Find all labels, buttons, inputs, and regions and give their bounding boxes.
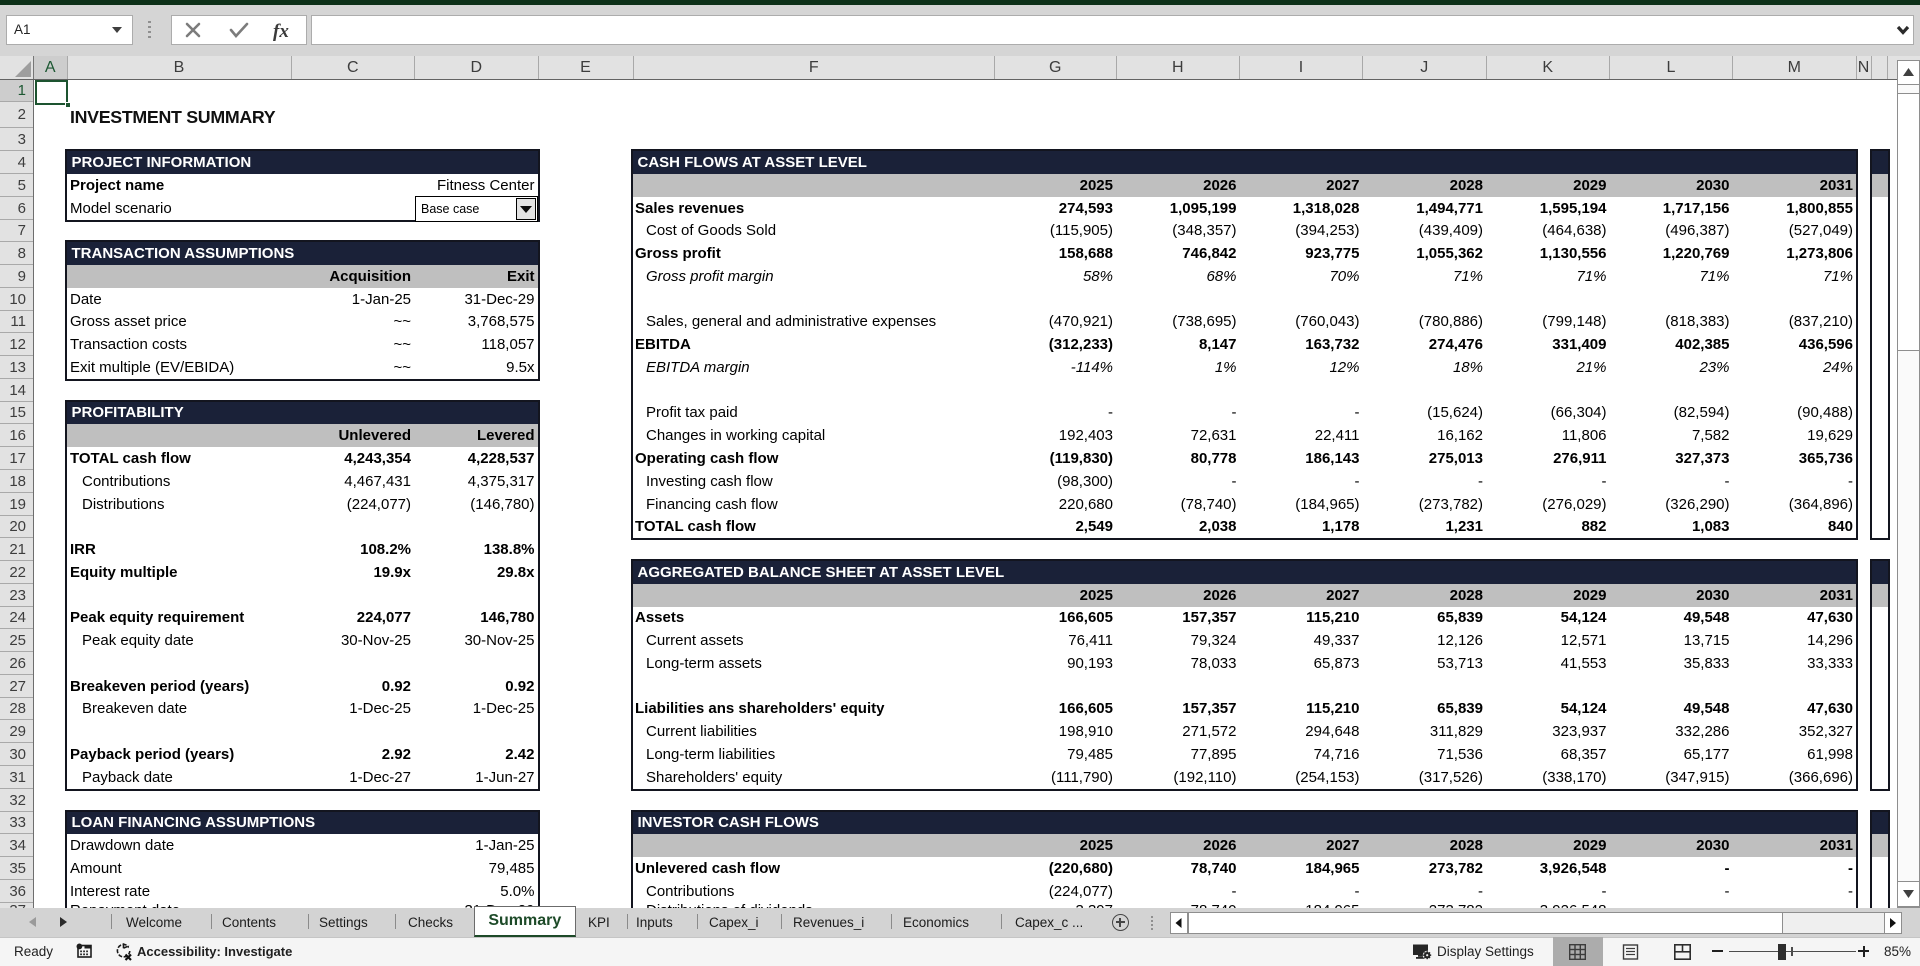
svg-text:fx: fx xyxy=(273,21,289,42)
